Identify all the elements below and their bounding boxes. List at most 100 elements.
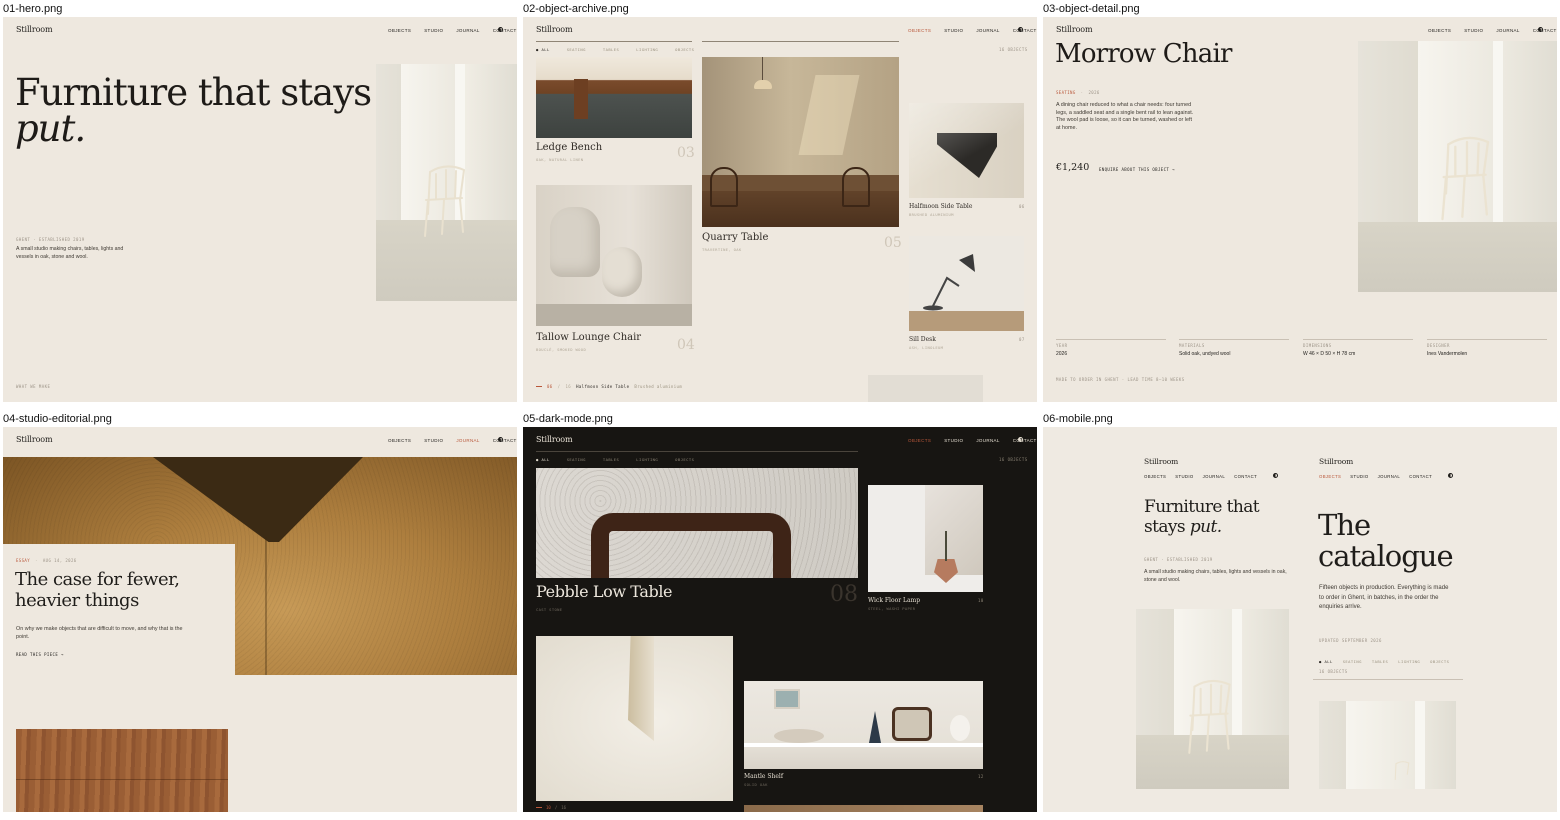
item-title[interactable]: Halfmoon Side Table [909, 203, 972, 210]
item-index: 08 [830, 582, 858, 607]
nav-objects[interactable]: OBJECTS [908, 438, 931, 443]
item-title[interactable]: Quarry Table [702, 232, 768, 243]
filter-all[interactable]: ● ALL [536, 457, 550, 462]
filter-objects[interactable]: OBJECTS [675, 457, 694, 462]
filter-tables[interactable]: TABLES [603, 457, 619, 462]
article-title[interactable]: The case for fewer, heavier things [15, 569, 180, 611]
theme-toggle-icon[interactable] [1018, 437, 1023, 442]
nav-contact[interactable]: CONTACT [493, 438, 517, 443]
brand-logo[interactable]: Stillroom [536, 435, 573, 444]
catalogue-desc: Fifteen objects in production. Everythin… [1319, 585, 1449, 610]
brand-logo[interactable]: Stillroom [536, 25, 573, 34]
nav-studio[interactable]: STUDIO [1464, 28, 1483, 33]
nav-objects[interactable]: OBJECTS [908, 28, 931, 33]
brand-logo[interactable]: Stillroom [16, 25, 53, 34]
hero-headline: Furniture that stays put. [15, 74, 372, 147]
nav-studio[interactable]: STUDIO [944, 438, 963, 443]
nav-objects[interactable]: OBJECTS [388, 438, 411, 443]
filter-lighting[interactable]: LIGHTING [636, 457, 658, 462]
article-title-line: The case for fewer, [15, 569, 180, 590]
filter-tables[interactable]: TABLES [603, 47, 619, 52]
item-title[interactable]: Wick Floor Lamp [868, 597, 920, 604]
nav-journal[interactable]: JOURNAL [1203, 474, 1226, 479]
filter-all[interactable]: ● ALL [536, 47, 550, 52]
filter-seating[interactable]: SEATING [567, 47, 586, 52]
spec-value: Ines Vandermolen [1427, 351, 1468, 357]
nav-journal[interactable]: JOURNAL [456, 28, 479, 33]
filter-lighting[interactable]: LIGHTING [1398, 659, 1420, 664]
nav-contact[interactable]: CONTACT [1409, 474, 1432, 479]
halfmoon-table-image[interactable] [909, 103, 1024, 198]
item-title[interactable]: Tallow Lounge Chair [536, 332, 641, 343]
item-title[interactable]: Ledge Bench [536, 142, 602, 153]
chair-icon [1441, 136, 1490, 221]
nav-objects[interactable]: OBJECTS [1428, 28, 1451, 33]
quarry-table-image[interactable] [702, 57, 899, 227]
next-item-image[interactable] [744, 805, 983, 812]
sill-desk-image[interactable] [909, 236, 1024, 331]
theme-toggle-icon[interactable] [1273, 473, 1278, 478]
item-title[interactable]: Pebble Low Table [536, 582, 673, 601]
theme-toggle-icon[interactable] [498, 27, 503, 32]
nav-studio[interactable]: STUDIO [1350, 474, 1368, 479]
hero-footer-link[interactable]: WHAT WE MAKE [16, 384, 50, 389]
product-title: Morrow Chair [1055, 39, 1232, 69]
filter-lighting[interactable]: LIGHTING [636, 47, 658, 52]
filter-seating[interactable]: SEATING [567, 457, 586, 462]
mobile-nav: OBJECTS STUDIO JOURNAL CONTACT [1319, 474, 1432, 479]
product-year: 2026 [1088, 90, 1100, 95]
tallow-chair-image[interactable] [536, 185, 692, 326]
theme-toggle-icon[interactable] [1018, 27, 1023, 32]
progress-total: 16 [561, 805, 567, 810]
filter-all[interactable]: ● ALL [1319, 659, 1333, 664]
nav-studio[interactable]: STUDIO [944, 28, 963, 33]
nav-journal[interactable]: JOURNAL [456, 438, 479, 443]
theme-toggle-icon[interactable] [498, 437, 503, 442]
brand-logo[interactable]: Stillroom [1319, 457, 1353, 466]
mobile-chair-image [1136, 609, 1289, 789]
nav-objects[interactable]: OBJECTS [388, 28, 411, 33]
spec-label: DESIGNER [1427, 343, 1450, 348]
nav-journal[interactable]: JOURNAL [976, 438, 999, 443]
product-description: A dining chair reduced to what a chair n… [1056, 102, 1194, 131]
brand-logo[interactable]: Stillroom [16, 435, 53, 444]
read-piece-link[interactable]: READ THIS PIECE → [16, 652, 64, 657]
nav-journal[interactable]: JOURNAL [1496, 28, 1519, 33]
brand-logo[interactable]: Stillroom [1056, 25, 1093, 34]
nav-contact[interactable]: CONTACT [1533, 28, 1557, 33]
nav-contact[interactable]: CONTACT [1013, 28, 1037, 33]
nav-contact[interactable]: CONTACT [1234, 474, 1257, 479]
wick-lamp-image[interactable] [868, 485, 983, 592]
filter-bar: ● ALL SEATING TABLES LIGHTING OBJECTS [536, 47, 694, 52]
nav-contact[interactable]: CONTACT [1013, 438, 1037, 443]
next-item-image[interactable] [868, 375, 983, 402]
nav-studio[interactable]: STUDIO [424, 438, 443, 443]
dark-progress: 10 / 16 [536, 805, 566, 810]
mantle-shelf-image[interactable] [744, 681, 983, 769]
filter-objects[interactable]: OBJECTS [1430, 659, 1449, 664]
nav-studio[interactable]: STUDIO [1175, 474, 1193, 479]
nav-studio[interactable]: STUDIO [424, 28, 443, 33]
filter-tables[interactable]: TABLES [1372, 659, 1388, 664]
nav-contact[interactable]: CONTACT [493, 28, 517, 33]
caption-mobile: 06-mobile.png [1043, 413, 1113, 425]
theme-toggle-icon[interactable] [1448, 473, 1453, 478]
catalogue-first-image[interactable] [1319, 701, 1456, 789]
ledge-bench-image[interactable] [536, 57, 692, 138]
brand-logo[interactable]: Stillroom [1144, 457, 1178, 466]
filter-seating[interactable]: SEATING [1343, 659, 1362, 664]
hero-chair-image [376, 64, 517, 301]
object-count: 16 OBJECTS [1319, 669, 1348, 674]
item-title[interactable]: Sill Desk [909, 336, 936, 343]
nav-journal[interactable]: JOURNAL [976, 28, 999, 33]
item-sub: STEEL, WASHI PAPER [868, 606, 916, 611]
theme-toggle-icon[interactable] [1538, 27, 1543, 32]
nav-journal[interactable]: JOURNAL [1378, 474, 1401, 479]
nav-objects[interactable]: OBJECTS [1144, 474, 1166, 479]
enquire-button[interactable]: ENQUIRE ABOUT THIS OBJECT → [1099, 167, 1175, 172]
pebble-table-image[interactable] [536, 468, 858, 578]
item-title[interactable]: Mantle Shelf [744, 773, 783, 780]
filter-objects[interactable]: OBJECTS [675, 47, 694, 52]
nav-objects[interactable]: OBJECTS [1319, 474, 1341, 479]
article-date: AUG 14, 2026 [42, 558, 77, 563]
